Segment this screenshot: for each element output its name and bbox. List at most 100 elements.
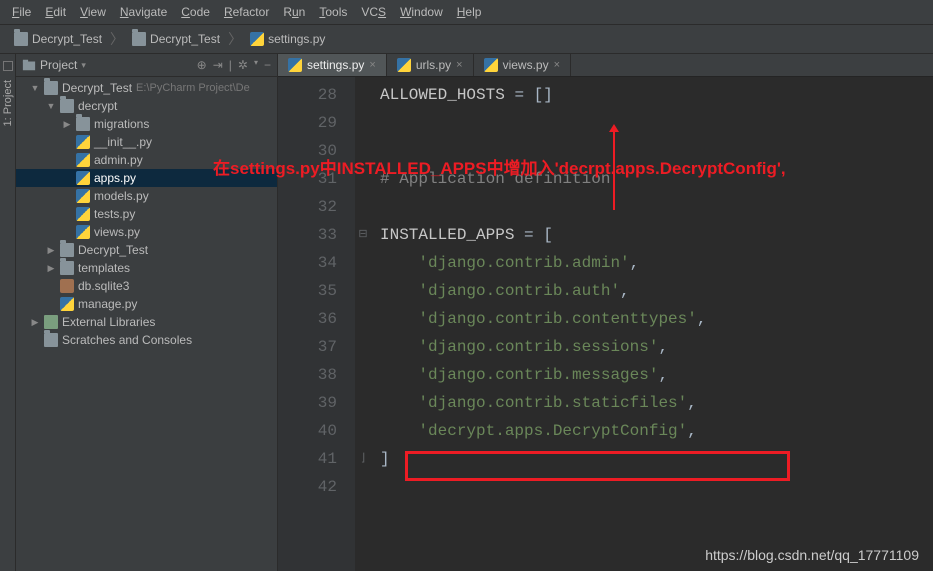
menu-file[interactable]: File [6,3,37,21]
tree-item[interactable]: manage.py [16,295,277,313]
breadcrumb-bar: Decrypt_Test〉Decrypt_Test〉settings.py [0,25,933,54]
menu-vcs[interactable]: VCS [355,3,392,21]
line-number: 40 [286,417,337,445]
code-editor[interactable]: 282930313233343536373839404142 ⊟ ⌋ ALLOWE… [278,77,933,571]
fold-marker [356,193,370,221]
tree-arrow-icon[interactable]: ▶ [46,245,56,256]
tree-item[interactable]: ▶templates [16,259,277,277]
tree-item[interactable]: db.sqlite3 [16,277,277,295]
breadcrumb-item[interactable]: settings.py [244,30,331,48]
menu-edit[interactable]: Edit [39,3,72,21]
tree-item[interactable]: tests.py [16,205,277,223]
dir-icon [14,32,28,46]
locate-icon[interactable]: ⊕ [197,58,207,72]
line-number: 37 [286,333,337,361]
python-icon [397,58,411,72]
tree-item[interactable]: ▶External Libraries [16,313,277,331]
code-line[interactable]: INSTALLED_APPS = [ [380,221,706,249]
fold-marker[interactable]: ⌋ [356,445,370,473]
code-line[interactable]: 'django.contrib.messages', [380,361,706,389]
tree-item[interactable]: views.py [16,223,277,241]
watermark: https://blog.csdn.net/qq_17771109 [705,547,919,563]
editor-tab[interactable]: settings.py× [278,54,387,76]
project-panel-title[interactable]: Project ▾ [22,58,193,72]
code-line[interactable] [380,109,706,137]
menu-run[interactable]: Run [277,3,311,21]
fold-marker [356,81,370,109]
close-icon[interactable]: × [456,59,462,71]
tree-arrow-icon[interactable]: ▼ [46,101,56,111]
tree-item[interactable]: models.py [16,187,277,205]
line-number: 34 [286,249,337,277]
close-icon[interactable]: × [369,59,375,71]
gear-icon[interactable]: ✲ [238,58,248,72]
minimize-icon[interactable]: − [264,58,271,72]
tree-arrow-icon[interactable]: ▼ [30,83,40,93]
project-panel-header: Project ▾ ⊕ ⇥ | ✲ ▾ − [16,54,277,77]
tree-item[interactable]: ▼decrypt [16,97,277,115]
line-number: 42 [286,473,337,501]
line-number: 35 [286,277,337,305]
code-content[interactable]: ALLOWED_HOSTS = [] # Application definit… [370,77,716,571]
menu-refactor[interactable]: Refactor [218,3,275,21]
fold-marker [356,305,370,333]
menu-code[interactable]: Code [175,3,216,21]
tree-item[interactable]: ▶Decrypt_Test [16,241,277,259]
code-line[interactable]: ALLOWED_HOSTS = [] [380,81,706,109]
code-line[interactable]: 'django.contrib.auth', [380,277,706,305]
menu-tools[interactable]: Tools [313,3,353,21]
line-number: 28 [286,81,337,109]
tree-item[interactable]: ▶migrations [16,115,277,133]
tree-item[interactable]: __init__.py [16,133,277,151]
structure-icon[interactable] [2,60,14,72]
editor-tab[interactable]: urls.py× [387,54,474,76]
line-number: 36 [286,305,337,333]
fold-marker [356,417,370,445]
menu-view[interactable]: View [74,3,112,21]
python-icon [484,58,498,72]
menu-help[interactable]: Help [451,3,488,21]
editor-tab[interactable]: views.py× [474,54,571,76]
line-number: 39 [286,389,337,417]
highlight-box [405,451,790,481]
project-tree[interactable]: ▼Decrypt_Test E:\PyCharm Project\De▼decr… [16,77,277,571]
code-line[interactable]: 'decrypt.apps.DecryptConfig', [380,417,706,445]
breadcrumb-item[interactable]: Decrypt_Test [8,30,108,48]
code-line[interactable]: 'django.contrib.admin', [380,249,706,277]
tree-item[interactable]: ▼Decrypt_Test E:\PyCharm Project\De [16,79,277,97]
code-line[interactable]: 'django.contrib.sessions', [380,333,706,361]
editor-tabs: settings.py×urls.py×views.py× [278,54,933,77]
close-icon[interactable]: × [554,59,560,71]
editor-area: settings.py×urls.py×views.py× 2829303132… [278,54,933,571]
fold-marker [356,361,370,389]
breadcrumb-item[interactable]: Decrypt_Test [126,30,226,48]
chevron-down-icon[interactable]: ▾ [254,58,258,72]
fold-marker[interactable]: ⊟ [356,221,370,249]
dir-icon [132,32,146,46]
code-line[interactable]: 'django.contrib.contenttypes', [380,305,706,333]
menu-navigate[interactable]: Navigate [114,3,173,21]
left-tool-gutter: 1: Project [0,54,16,571]
code-line[interactable]: 'django.contrib.staticfiles', [380,389,706,417]
line-number: 38 [286,361,337,389]
tree-arrow-icon[interactable]: ▶ [62,119,72,130]
fold-marker [356,389,370,417]
collapse-icon[interactable]: ⇥ [213,58,223,72]
menu-window[interactable]: Window [394,3,449,21]
py-icon [76,207,90,221]
dir-icon [44,333,58,347]
tree-arrow-icon[interactable]: ▶ [46,263,56,274]
fold-marker [356,333,370,361]
dir-icon [44,81,58,95]
tree-arrow-icon[interactable]: ▶ [30,317,40,328]
line-number-gutter: 282930313233343536373839404142 [278,77,356,571]
py-icon [76,225,90,239]
dir-icon [60,99,74,113]
code-line[interactable] [380,193,706,221]
chevron-right-icon: 〉 [228,29,242,49]
project-panel: Project ▾ ⊕ ⇥ | ✲ ▾ − ▼Decrypt_Test E:\P… [16,54,278,571]
divider-icon: | [229,58,232,72]
line-number: 33 [286,221,337,249]
project-tool-tab[interactable]: 1: Project [1,76,15,130]
tree-item[interactable]: Scratches and Consoles [16,331,277,349]
